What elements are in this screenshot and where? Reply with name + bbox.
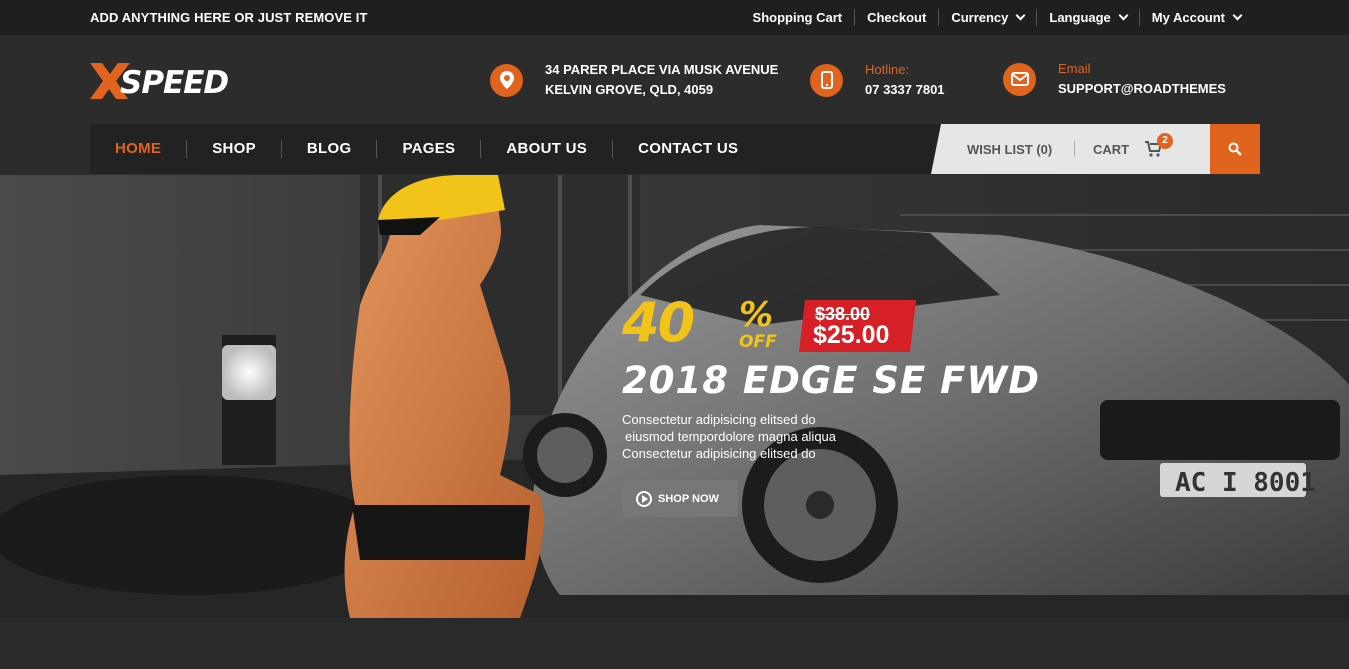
- email-label: Email: [1058, 61, 1091, 76]
- price-tag: $38.00 $25.00: [799, 300, 916, 352]
- address-line1: 34 PARER PLACE VIA MUSK AVENUE: [545, 62, 779, 77]
- shopping-cart-link-label: Shopping Cart: [752, 10, 843, 25]
- discount-percent: %: [739, 295, 774, 335]
- topbar-message: ADD ANYTHING HERE OR JUST REMOVE IT: [90, 10, 368, 25]
- page-bottom-area: [0, 618, 1349, 669]
- play-circle-icon: [636, 490, 652, 507]
- new-price: $25.00: [813, 321, 890, 349]
- nav-item-shop[interactable]: SHOP: [186, 140, 281, 158]
- hero-description: Consectetur adipisicing elitsed do eiusm…: [622, 411, 836, 462]
- language-label: Language: [1049, 10, 1111, 25]
- language-dropdown[interactable]: Language: [1036, 9, 1138, 26]
- email-block: Email SUPPORT@ROADTHEMES: [1003, 59, 1226, 99]
- envelope-icon: [1003, 62, 1036, 96]
- xspeed-logo[interactable]: SPEED: [90, 59, 265, 101]
- hero-desc-line: eiusmod tempordolore magna aliqua: [625, 429, 837, 444]
- cart-link[interactable]: CART: [1093, 142, 1129, 157]
- hotline-label: Hotline:: [865, 62, 910, 77]
- my-account-dropdown[interactable]: My Account: [1138, 9, 1253, 26]
- search-icon: [1228, 142, 1242, 156]
- nav-item-pages[interactable]: PAGES: [376, 140, 480, 158]
- shop-now-label: SHOP NOW: [658, 492, 719, 505]
- email-value[interactable]: SUPPORT@ROADTHEMES: [1058, 79, 1226, 99]
- chevron-down-icon: [1015, 10, 1026, 21]
- cart-count-badge: 2: [1157, 133, 1173, 149]
- hotline-block: Hotline: 07 3337 7801: [810, 60, 945, 100]
- shopping-cart-link[interactable]: Shopping Cart: [741, 9, 855, 26]
- top-bar: ADD ANYTHING HERE OR JUST REMOVE IT Shop…: [0, 0, 1349, 35]
- main-nav: HOME SHOP BLOG PAGES ABOUT US CONTACT US…: [90, 124, 1260, 174]
- wishlist-link[interactable]: WISH LIST (0): [967, 142, 1052, 157]
- logo-wordmark: SPEED: [120, 65, 228, 101]
- license-plate-text: AC I 8001: [1175, 468, 1316, 498]
- my-account-label: My Account: [1151, 10, 1225, 25]
- search-button[interactable]: [1210, 124, 1260, 174]
- address-line2: KELVIN GROVE, QLD, 4059: [545, 82, 714, 97]
- hero-slider: AC I 8001 40 % OFF $38.00 $25.00 2018 ED…: [0, 175, 1349, 618]
- nav-item-contact-us[interactable]: CONTACT US: [612, 140, 763, 158]
- nav-item-home[interactable]: HOME: [90, 140, 186, 158]
- hero-desc-line: Consectetur adipisicing elitsed do: [622, 412, 816, 427]
- nav-utility-area: WISH LIST (0) CART 2: [931, 124, 1210, 174]
- nav-utility-divider: [1074, 141, 1075, 157]
- chevron-down-icon: [1118, 10, 1129, 21]
- hotline-value[interactable]: 07 3337 7801: [865, 80, 945, 100]
- shop-now-button[interactable]: SHOP NOW: [622, 480, 738, 517]
- currency-dropdown[interactable]: Currency: [938, 9, 1036, 26]
- chevron-down-icon: [1232, 10, 1243, 21]
- checkout-link[interactable]: Checkout: [854, 9, 938, 26]
- checkout-link-label: Checkout: [867, 10, 927, 25]
- nav-item-blog[interactable]: BLOG: [280, 140, 377, 158]
- nav-item-about-us[interactable]: ABOUT US: [480, 140, 612, 158]
- hero-title: 2018 EDGE SE FWD: [622, 359, 1040, 402]
- discount-off: OFF: [739, 332, 777, 352]
- map-pin-icon: [490, 63, 523, 97]
- topbar-links: Shopping Cart Checkout Currency Language…: [741, 0, 1253, 35]
- address-block: 34 PARER PLACE VIA MUSK AVENUE KELVIN GR…: [490, 60, 778, 100]
- currency-label: Currency: [951, 10, 1009, 25]
- phone-icon: [810, 63, 843, 97]
- hero-desc-line: Consectetur adipisicing elitsed do: [622, 446, 816, 461]
- discount-number: 40: [622, 291, 695, 354]
